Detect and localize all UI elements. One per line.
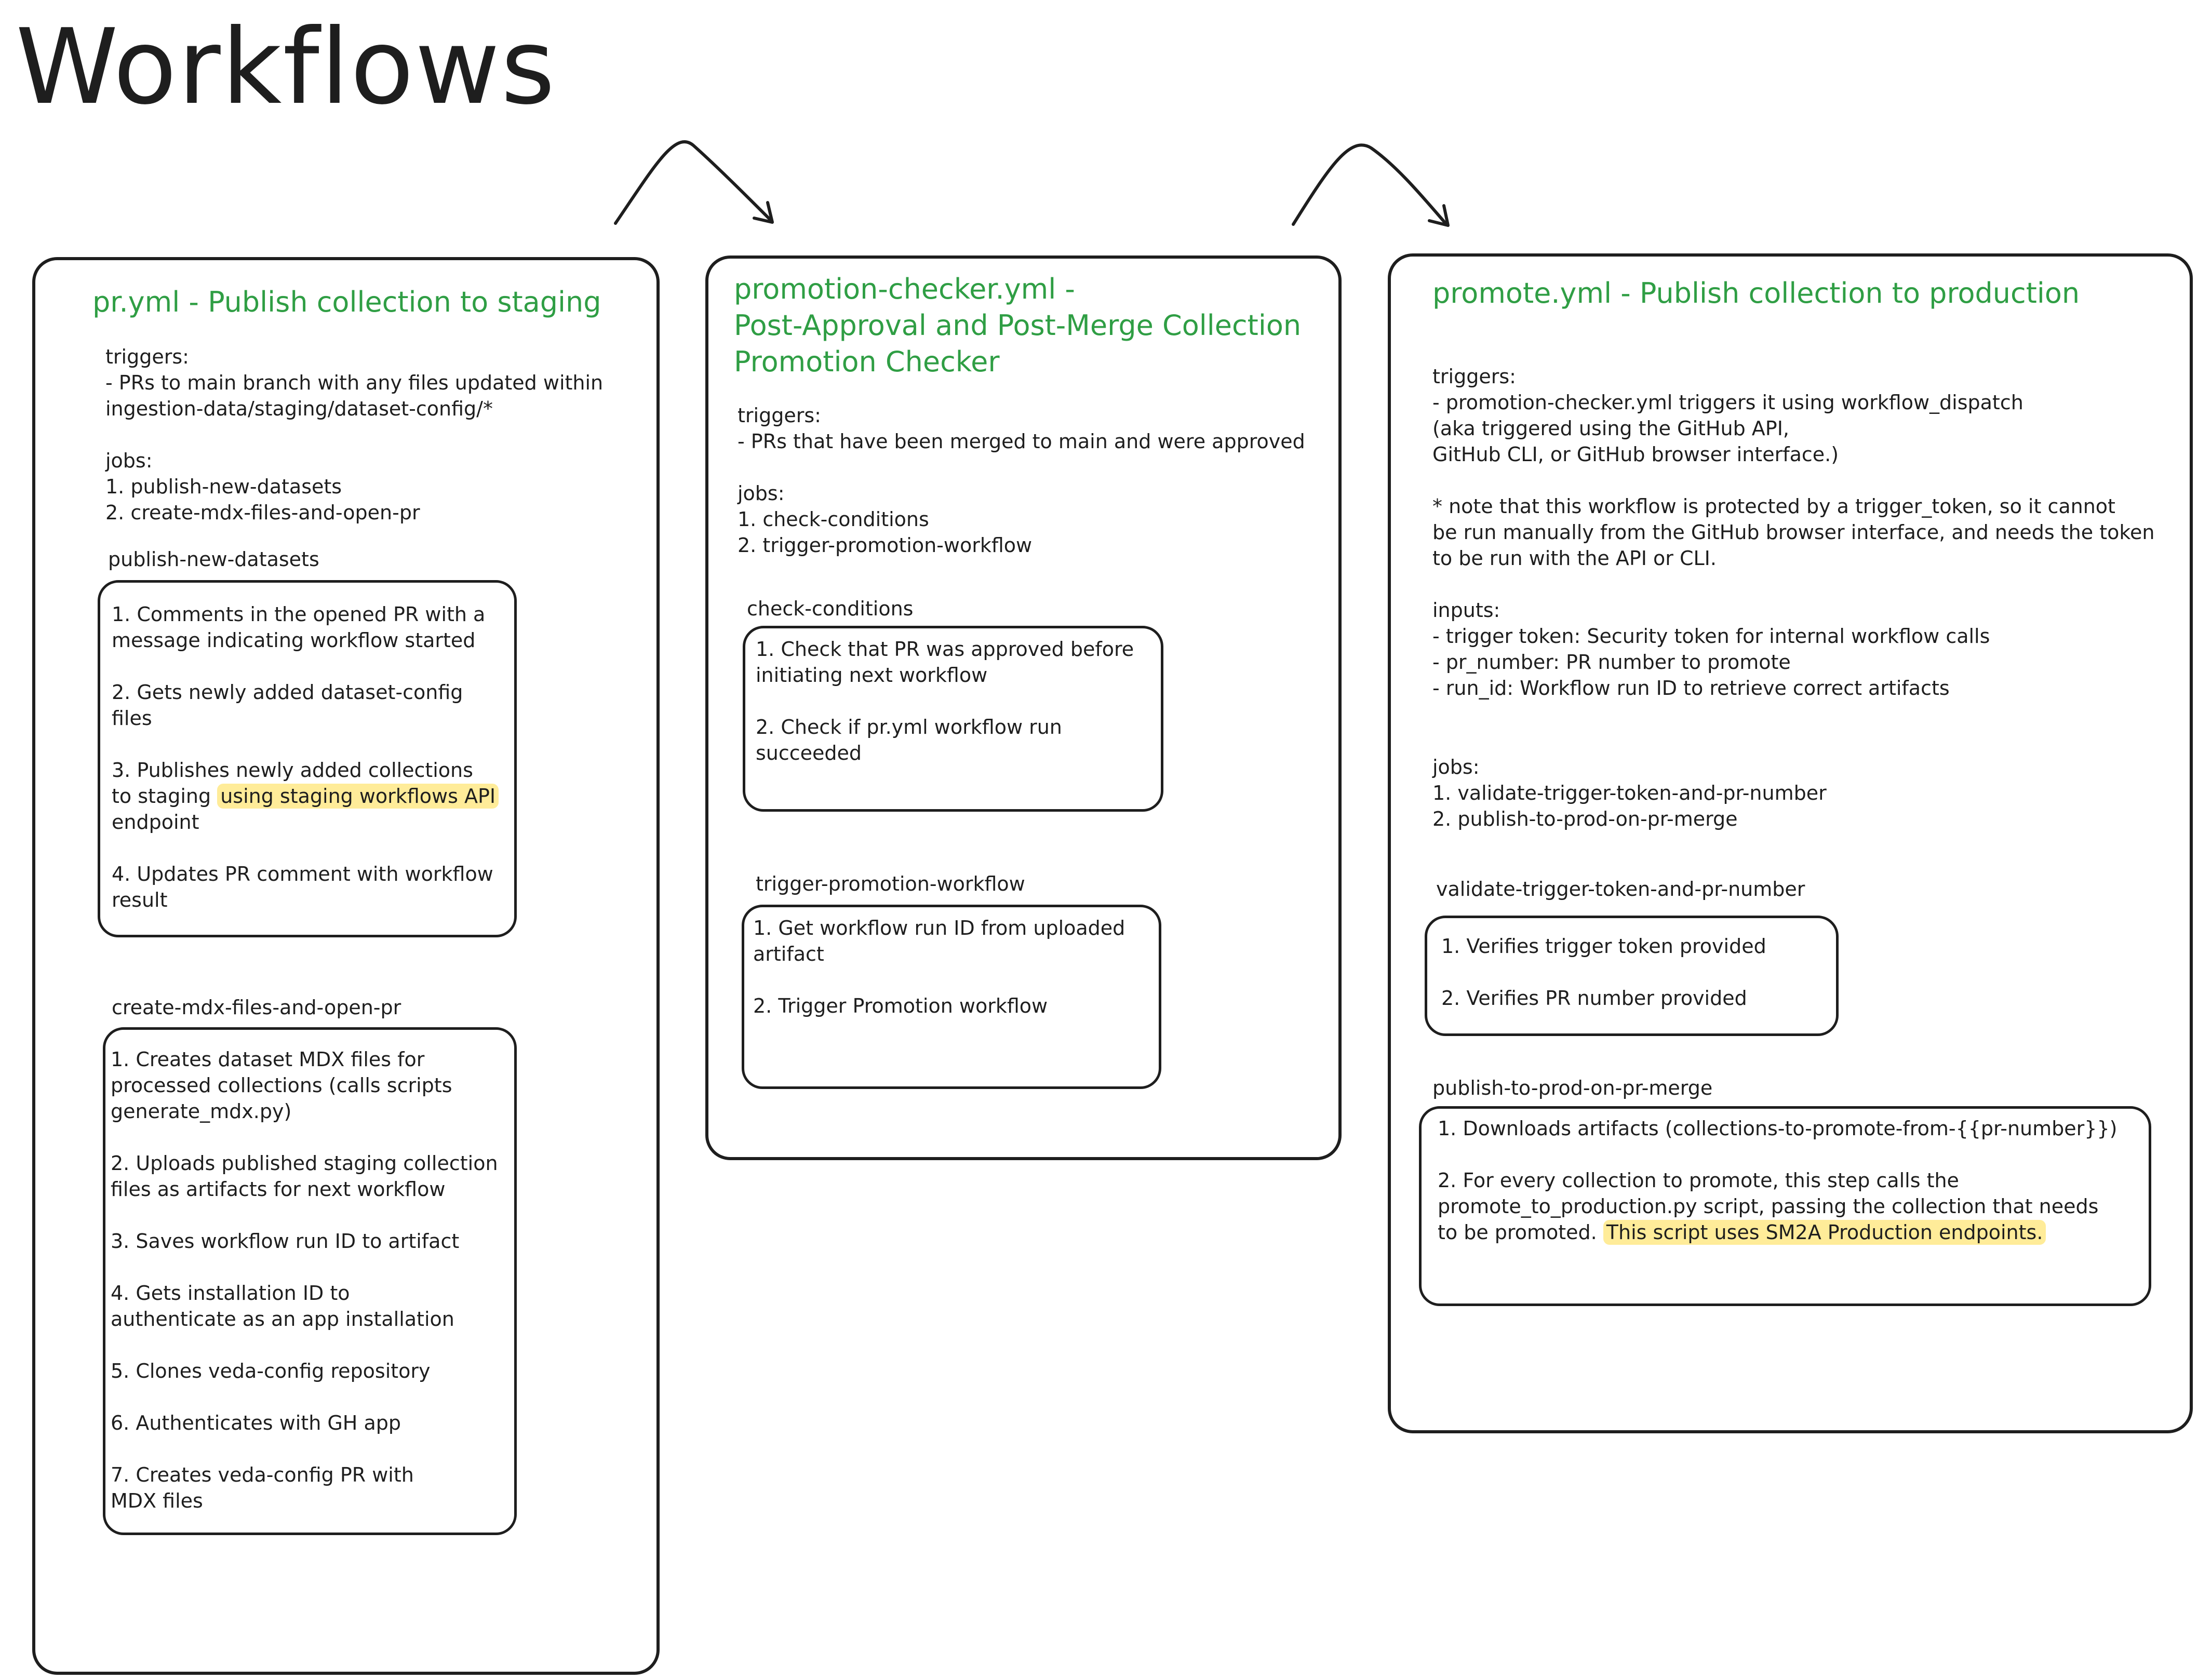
job-line: 1. validate-trigger-token-and-pr-number xyxy=(1432,782,1827,804)
job-label-create-mdx-files-and-open-pr: create-mdx-files-and-open-pr xyxy=(112,996,401,1019)
step-line: 2. Trigger Promotion workflow xyxy=(753,994,1048,1017)
triggers-label: triggers: xyxy=(1432,365,1516,388)
step-line: 3. Saves workflow run ID to artifact xyxy=(111,1230,460,1253)
step-line: 7. Creates veda-config PR with xyxy=(111,1463,414,1486)
input-line: - pr_number: PR number to promote xyxy=(1432,651,1791,674)
step-line: authenticate as an app installation xyxy=(111,1308,454,1330)
jobs-label: jobs: xyxy=(1432,756,1480,778)
note-line: be run manually from the GitHub browser … xyxy=(1432,521,2155,544)
step-line: processed collections (calls scripts xyxy=(111,1074,452,1097)
step-line: 2. Gets newly added dataset-config xyxy=(112,681,463,704)
triggers-block-pr: triggers: - PRs to main branch with any … xyxy=(105,344,603,526)
job-steps-publish-new-datasets: 1. Comments in the opened PR with a mess… xyxy=(112,601,499,913)
step-line: 1. Comments in the opened PR with a xyxy=(112,603,486,626)
note-line: to be run with the API or CLI. xyxy=(1432,547,1717,570)
step-line: 1. Get workflow run ID from uploaded xyxy=(753,917,1125,939)
job-steps-create-mdx: 1. Creates dataset MDX files for process… xyxy=(111,1046,498,1514)
inputs-label: inputs: xyxy=(1432,599,1500,622)
job-steps-validate: 1. Verifies trigger token provided 2. Ve… xyxy=(1441,933,1766,1011)
trigger-line: (aka triggered using the GitHub API, xyxy=(1432,417,1790,440)
step-line: to staging using staging workflows API xyxy=(112,783,499,809)
triggers-label: triggers: xyxy=(105,345,189,368)
workflow-title-promote: promote.yml - Publish collection to prod… xyxy=(1432,277,2080,310)
job-line: 2. trigger-promotion-workflow xyxy=(738,534,1033,557)
step-line: succeeded xyxy=(756,742,862,764)
step-line: 1. Verifies trigger token provided xyxy=(1441,935,1766,958)
step-line: 3. Publishes newly added collections xyxy=(112,759,473,782)
job-label-check-conditions: check-conditions xyxy=(747,597,914,620)
input-line: - trigger token: Security token for inte… xyxy=(1432,625,1990,648)
job-line: 1. publish-new-datasets xyxy=(105,475,342,498)
step-line: 2. Uploads published staging collection xyxy=(111,1152,498,1175)
title-line: Promotion Checker xyxy=(734,345,1000,378)
job-line: 2. publish-to-prod-on-pr-merge xyxy=(1432,808,1738,830)
job-steps-publish-to-prod: 1. Downloads artifacts (collections-to-p… xyxy=(1438,1115,2117,1245)
job-steps-trigger-promotion: 1. Get workflow run ID from uploaded art… xyxy=(753,915,1125,1019)
trigger-line: - promotion-checker.yml triggers it usin… xyxy=(1432,391,2023,414)
arrow-pr-to-checker xyxy=(614,140,773,225)
step-line: 2. Check if pr.yml workflow run xyxy=(756,716,1062,738)
workflow-title-pr: pr.yml - Publish collection to staging xyxy=(92,286,601,318)
step-line: artifact xyxy=(753,943,824,965)
job-label-publish-to-prod-on-pr-merge: publish-to-prod-on-pr-merge xyxy=(1432,1077,1713,1099)
triggers-label: triggers: xyxy=(738,404,821,427)
highlighted-text: This script uses SM2A Production endpoin… xyxy=(1603,1220,2046,1245)
workflow-title-promotion-checker: promotion-checker.yml - Post-Approval an… xyxy=(734,271,1301,380)
triggers-block-promote: triggers: - promotion-checker.yml trigge… xyxy=(1432,364,2154,701)
step-line: to be promoted. This script uses SM2A Pr… xyxy=(1438,1219,2117,1245)
input-line: - run_id: Workflow run ID to retrieve co… xyxy=(1432,677,1950,700)
step-line: 4. Gets installation ID to xyxy=(111,1282,350,1305)
step-line: 5. Clones veda-config repository xyxy=(111,1360,431,1382)
workflow-canvas: Workflows pr.yml - Publish collection to… xyxy=(0,0,2198,1680)
job-label-validate-trigger-token-and-pr-number: validate-trigger-token-and-pr-number xyxy=(1436,878,1805,901)
job-label-publish-new-datasets: publish-new-datasets xyxy=(108,548,319,571)
title-line: promotion-checker.yml - xyxy=(734,273,1075,305)
step-text: to be promoted. xyxy=(1438,1221,1603,1244)
step-line: result xyxy=(112,889,168,911)
trigger-line: GitHub CLI, or GitHub browser interface.… xyxy=(1432,443,1839,466)
step-line: 2. Verifies PR number provided xyxy=(1441,987,1747,1010)
step-line: generate_mdx.py) xyxy=(111,1100,292,1123)
step-line: message indicating workflow started xyxy=(112,629,476,652)
step-line: MDX files xyxy=(111,1489,203,1512)
step-line: 4. Updates PR comment with workflow xyxy=(112,863,493,885)
jobs-label: jobs: xyxy=(738,482,785,505)
note-line: * note that this workflow is protected b… xyxy=(1432,495,2115,518)
triggers-block-promotion-checker: triggers: - PRs that have been merged to… xyxy=(738,402,1305,558)
step-line: 6. Authenticates with GH app xyxy=(111,1412,401,1434)
title-line: Post-Approval and Post-Merge Collection xyxy=(734,309,1302,342)
step-line: files as artifacts for next workflow xyxy=(111,1178,446,1201)
job-line: 1. check-conditions xyxy=(738,508,929,531)
arrow-checker-to-promote xyxy=(1292,143,1448,226)
step-line: 2. For every collection to promote, this… xyxy=(1438,1169,1959,1192)
step-line: promote_to_production.py script, passing… xyxy=(1438,1195,2099,1218)
step-line: 1. Check that PR was approved before xyxy=(756,638,1134,661)
jobs-block-promote: jobs: 1. validate-trigger-token-and-pr-n… xyxy=(1432,754,1827,832)
jobs-label: jobs: xyxy=(105,449,153,472)
step-line: 1. Downloads artifacts (collections-to-p… xyxy=(1438,1117,2117,1140)
step-line: initiating next workflow xyxy=(756,664,988,687)
trigger-line: - PRs to main branch with any files upda… xyxy=(105,371,604,394)
job-line: 2. create-mdx-files-and-open-pr xyxy=(105,501,420,524)
step-line: endpoint xyxy=(112,811,199,834)
trigger-line: - PRs that have been merged to main and … xyxy=(738,430,1305,453)
job-label-trigger-promotion-workflow: trigger-promotion-workflow xyxy=(756,872,1025,895)
highlighted-text: using staging workflows API xyxy=(217,784,499,809)
step-text: to staging xyxy=(112,785,218,808)
step-line: files xyxy=(112,707,152,730)
step-line: 1. Creates dataset MDX files for xyxy=(111,1048,425,1071)
trigger-line: ingestion-data/staging/dataset-config/* xyxy=(105,397,493,420)
job-steps-check-conditions: 1. Check that PR was approved before ini… xyxy=(756,636,1134,766)
